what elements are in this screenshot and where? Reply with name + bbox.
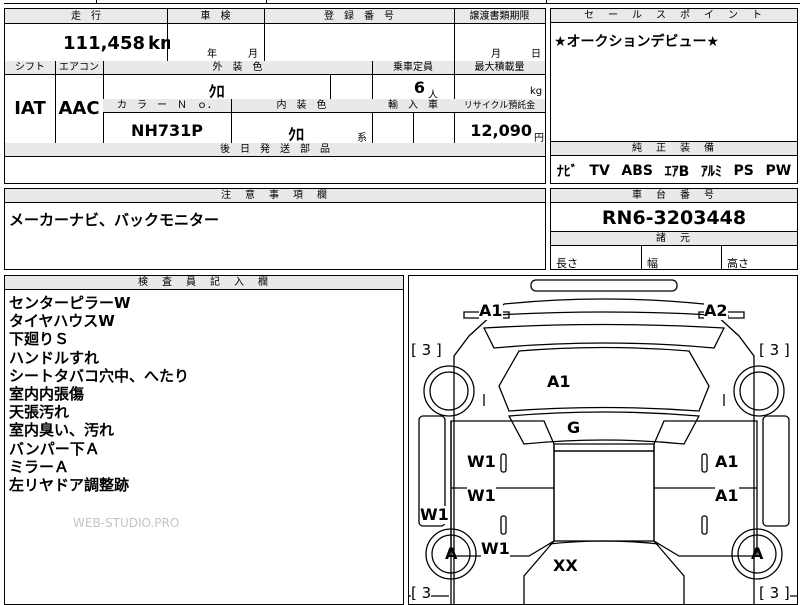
sales-point-text: ★オークションデビュー★: [554, 34, 720, 50]
car-outline: [409, 279, 797, 604]
transfer-header: 譲渡書類期限: [469, 11, 530, 22]
watermark: WEB-STUDIO.PRO: [73, 516, 180, 530]
transfer-month: 月: [491, 49, 501, 60]
mark-front-left-bumper: A1: [479, 301, 503, 320]
inspector-line: タイヤハウスW: [9, 312, 115, 331]
equipment-ps: PS: [733, 162, 754, 179]
import-header: 輸 入 車: [388, 100, 438, 111]
inspector-panel: 検 査 員 記 入 欄 センターピラーW タイヤハウスW 下廻りＳ ハンドルすれ…: [4, 275, 404, 605]
color-no-header: カ ラ ー Ｎ ｏ．: [117, 100, 217, 111]
dimensions-panel: 諸 元 長さ 幅 高さ: [550, 231, 798, 270]
inspector-line: センターピラーW: [9, 294, 131, 312]
sales-point-panel: セ ー ル ス ポ イ ン ト ★オークションデビュー★: [550, 8, 798, 142]
mark-rear-floor: XX: [553, 556, 578, 575]
max-load-unit: kg: [530, 86, 543, 97]
mark-tire-front-right: [ 3 ]: [759, 341, 790, 359]
ac-value: AAC: [58, 98, 100, 119]
mileage-header: 走 行: [71, 11, 101, 22]
mark-left-rear-door: W1: [467, 486, 496, 505]
mark-roof: G: [567, 418, 581, 437]
vehicle-info-table: 走 行 車 検 登 録 番 号 譲渡書類期限 111,458 km 年 月 月 …: [4, 8, 546, 184]
inspector-line: 左リヤドア調整跡: [9, 476, 130, 495]
equipment-alloy: ｱﾙﾐ: [700, 163, 722, 180]
notes-panel: 注 意 事 項 欄 メーカーナビ、バックモニター: [4, 188, 546, 270]
interior-color-header: 内 装 色: [276, 100, 327, 111]
inspector-notes: センターピラーW タイヤハウスW 下廻りＳ ハンドルすれ シートタバコ穴中、へた…: [9, 294, 189, 494]
mark-right-rear-wheel: A: [751, 544, 764, 563]
recycle-unit: 円: [534, 133, 544, 144]
equipment-pw: PW: [765, 162, 792, 179]
mark-front-right-bumper: A2: [704, 301, 728, 320]
mark-right-front-door: A1: [715, 452, 739, 471]
chassis-header: 車 台 番 号: [551, 189, 797, 203]
notes-header: 注 意 事 項 欄: [5, 189, 545, 203]
length-label: 長さ: [556, 257, 578, 270]
mileage-value: 111,458: [63, 33, 145, 54]
interior-color-suffix: 系: [357, 133, 367, 144]
inspector-line: 室内臭い、汚れ: [9, 421, 115, 440]
equipment-tv: TV: [589, 162, 610, 179]
sales-point-header: セ ー ル ス ポ イ ン ト: [551, 9, 797, 23]
inspector-line: 天張汚れ: [9, 403, 70, 422]
transfer-day: 日: [531, 49, 541, 60]
equipment-list: ﾅﾋﾞ TV ABS ｴｱB ｱﾙﾐ PS PW: [551, 158, 797, 183]
dimensions-header: 諸 元: [551, 232, 797, 246]
mark-tire-rear-right: [ 3 ]: [759, 584, 790, 602]
mileage-unit: km: [148, 33, 170, 54]
inspection-year: 年: [207, 49, 217, 60]
equipment-abs: ABS: [621, 162, 653, 179]
chassis-value: RN6-3203448: [601, 207, 747, 229]
recycle-value: 12,090: [470, 121, 532, 140]
shift-value: IAT: [14, 98, 46, 119]
height-label: 高さ: [727, 257, 749, 270]
equipment-header: 純 正 装 備: [551, 142, 797, 156]
chassis-panel: 車 台 番 号 RN6-3203448: [550, 188, 798, 232]
max-load-header: 最大積載量: [474, 62, 525, 73]
notes-text: メーカーナビ、バックモニター: [9, 211, 220, 229]
inspector-line: ハンドルすれ: [9, 348, 100, 367]
inspector-line: 下廻りＳ: [9, 330, 70, 349]
inspection-header: 車 検: [200, 11, 231, 22]
recycle-header: リサイクル預託金: [463, 101, 536, 111]
capacity-value: 6: [413, 78, 425, 97]
inspector-line: 室内内張傷: [9, 385, 85, 404]
equipment-navi: ﾅﾋﾞ: [556, 163, 578, 180]
equipment-panel: 純 正 装 備 ﾅﾋﾞ TV ABS ｴｱB ｱﾙﾐ PS PW: [550, 141, 798, 184]
mark-right-rear-door: A1: [715, 486, 739, 505]
exterior-color-header: 外 装 色: [212, 62, 263, 73]
inspector-line: バンパー下Ａ: [9, 439, 100, 458]
car-diagram-panel: A1 A2 [ 3 ] [ 3 ] A1 G W1 W1 W1 W1 A1 A1…: [408, 275, 798, 605]
mark-left-front-door: W1: [467, 452, 496, 471]
equipment-airbag: ｴｱB: [664, 163, 690, 180]
mark-hood: A1: [547, 372, 571, 391]
inspection-month: 月: [248, 49, 258, 60]
mark-left-rear-fender: W1: [481, 539, 510, 558]
mark-tire-front-left: [ 3 ]: [411, 341, 442, 359]
capacity-header: 乗車定員: [393, 62, 433, 73]
interior-color-value: ｸﾛ: [287, 125, 304, 144]
color-no-value: NH731P: [131, 121, 203, 140]
shift-header: シフト: [15, 62, 45, 73]
mark-tire-rear-left: [ 3: [411, 584, 432, 602]
registration-header: 登 録 番 号: [324, 11, 394, 22]
mark-left-rear-wheel: A: [445, 544, 458, 563]
inspector-line: ミラーＡ: [9, 457, 70, 476]
top-strip: [4, 0, 800, 4]
mark-left-rocker: W1: [420, 505, 449, 524]
width-label: 幅: [647, 257, 658, 270]
later-parts-header: 後 日 発 送 部 品: [220, 144, 330, 155]
ac-header: エアコン: [59, 62, 99, 73]
inspector-header: 検 査 員 記 入 欄: [5, 276, 403, 290]
inspector-line: シートタバコ穴中、へたり: [9, 366, 190, 385]
